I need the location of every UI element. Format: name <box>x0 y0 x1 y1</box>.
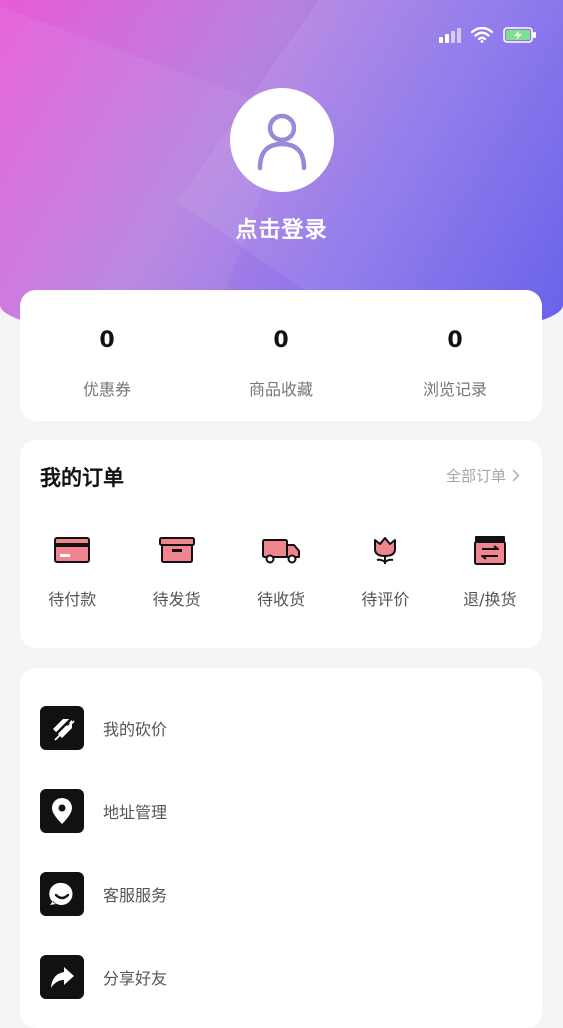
chat-smile-icon <box>40 872 84 916</box>
order-label: 待评价 <box>361 590 410 609</box>
card-icon <box>50 530 94 570</box>
order-return-exchange[interactable]: 退/换货 <box>438 530 542 610</box>
user-icon <box>257 113 307 171</box>
menu-item-customer-service[interactable]: 客服服务 <box>40 872 167 916</box>
order-label: 待发货 <box>152 590 201 609</box>
stats-card: 0 优惠券 0 商品收藏 0 浏览记录 <box>20 290 542 421</box>
avatar[interactable] <box>230 88 334 192</box>
stat-label: 优惠券 <box>82 380 131 399</box>
stat-favorites[interactable]: 0 商品收藏 <box>194 290 368 421</box>
exchange-icon <box>468 530 512 570</box>
order-pending-shipment[interactable]: 待发货 <box>124 530 228 610</box>
menu-label: 客服服务 <box>103 886 168 905</box>
order-label: 待收货 <box>257 590 306 609</box>
order-pending-review[interactable]: 待评价 <box>333 530 437 610</box>
menu-item-bargain[interactable]: 我的砍价 <box>40 706 167 750</box>
stat-value: 0 <box>273 328 289 353</box>
order-pending-receipt[interactable]: 待收货 <box>229 530 333 610</box>
battery-charging-icon <box>503 26 537 44</box>
chevron-right-icon <box>512 469 520 482</box>
login-link[interactable]: 点击登录 <box>0 212 563 244</box>
status-bar <box>439 26 537 44</box>
menu-label: 地址管理 <box>103 803 168 822</box>
menu-item-address[interactable]: 地址管理 <box>40 789 167 833</box>
location-pin-icon <box>40 789 84 833</box>
box-icon <box>155 530 199 570</box>
stat-value: 0 <box>447 328 463 353</box>
price-tag-icon <box>40 706 84 750</box>
stat-label: 商品收藏 <box>248 380 313 399</box>
order-label: 退/换货 <box>463 590 517 609</box>
orders-card: 我的订单 全部订单 待付款 待发货 待收货 待评价 退/换货 <box>20 440 542 648</box>
stat-coupons[interactable]: 0 优惠券 <box>20 290 194 421</box>
stat-value: 0 <box>99 328 115 353</box>
flower-icon <box>363 530 407 570</box>
all-orders-label: 全部订单 <box>445 467 506 485</box>
order-pending-payment[interactable]: 待付款 <box>20 530 124 610</box>
menu-item-share[interactable]: 分享好友 <box>40 955 167 999</box>
stat-label: 浏览记录 <box>422 380 487 399</box>
menu-label: 我的砍价 <box>103 720 168 739</box>
share-arrow-icon <box>40 955 84 999</box>
orders-title: 我的订单 <box>40 466 124 490</box>
menu-label: 分享好友 <box>103 969 168 988</box>
truck-icon <box>259 530 303 570</box>
wifi-icon <box>471 27 493 43</box>
cellular-signal-icon <box>439 27 461 43</box>
menu-card: 我的砍价 地址管理 客服服务 分享好友 <box>20 668 542 1028</box>
all-orders-link[interactable]: 全部订单 <box>446 465 520 486</box>
order-label: 待付款 <box>48 590 97 609</box>
stat-history[interactable]: 0 浏览记录 <box>368 290 542 421</box>
